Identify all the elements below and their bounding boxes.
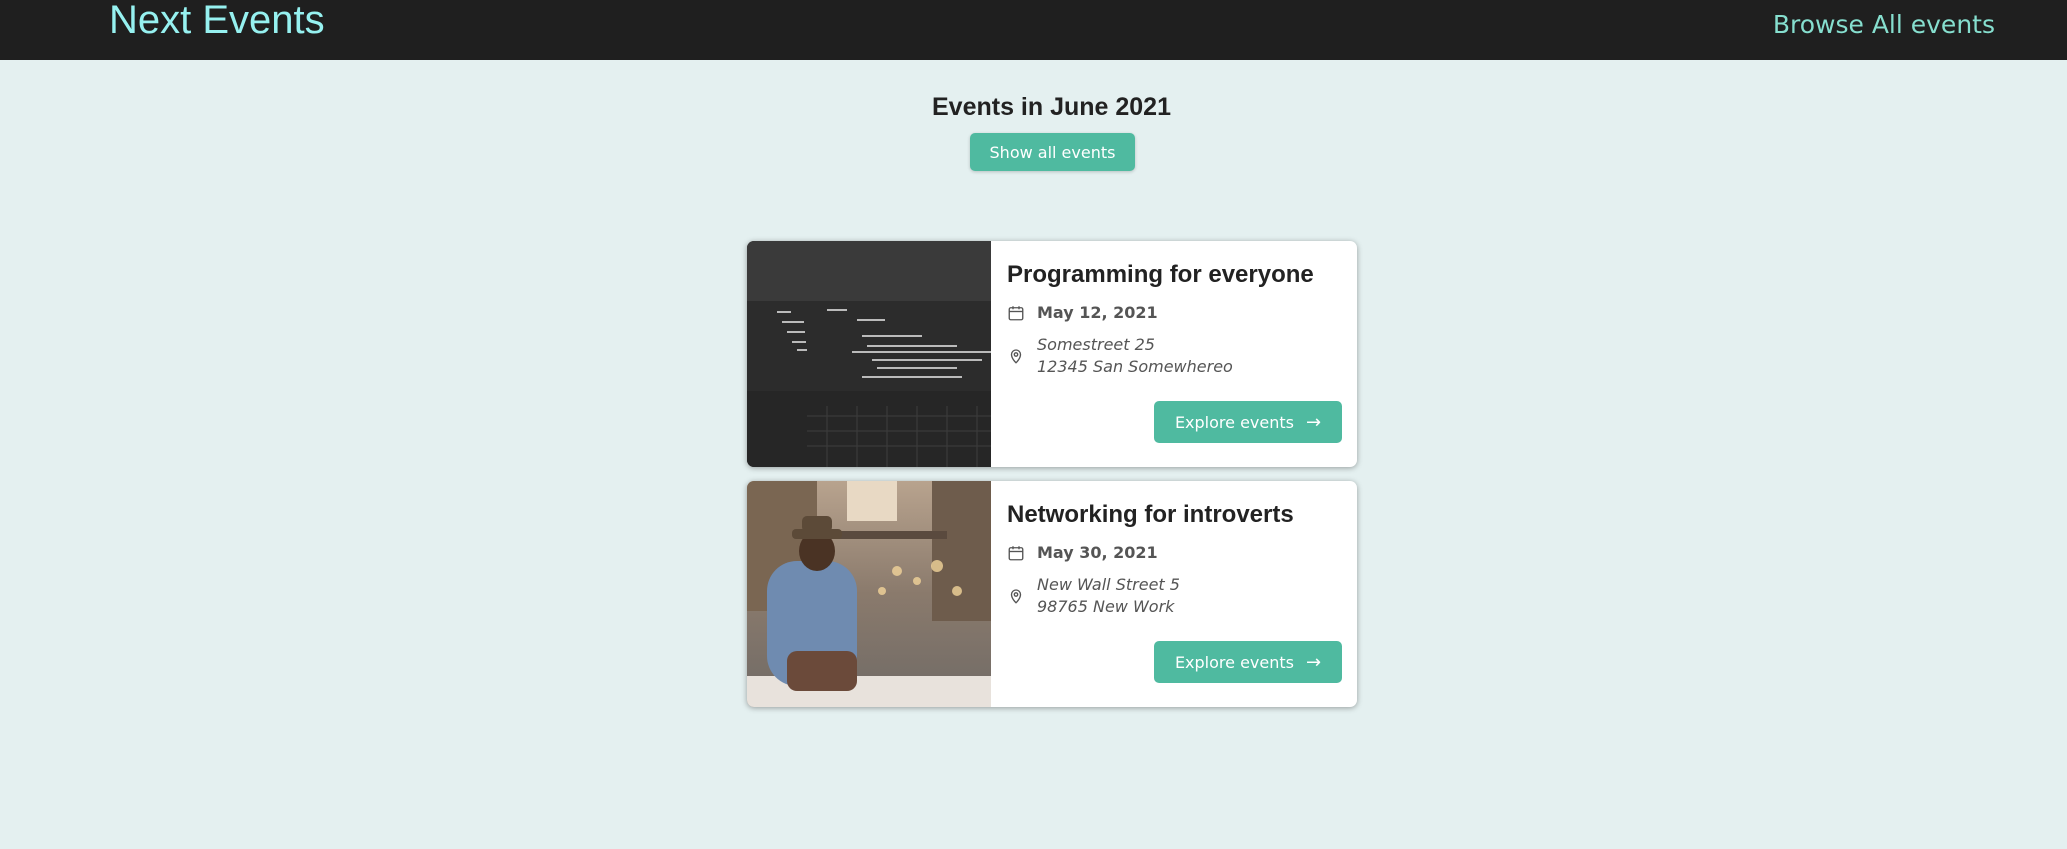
event-card-body: Programming for everyone May 12, 2021 So… bbox=[991, 241, 1357, 467]
explore-button-label: Explore events bbox=[1174, 652, 1294, 672]
event-address-row: Somestreet 25 12345 San Somewhereo bbox=[1007, 334, 1233, 378]
event-date: May 30, 2021 bbox=[1037, 543, 1158, 562]
site-logo[interactable]: Next Events bbox=[109, 0, 325, 40]
event-image bbox=[747, 241, 991, 467]
event-address-row: New Wall Street 5 98765 New Work bbox=[1007, 574, 1180, 618]
browse-all-events-link[interactable]: Browse All events bbox=[1773, 10, 1995, 40]
explore-events-button[interactable]: Explore events → bbox=[1154, 401, 1342, 443]
explore-events-button[interactable]: Explore events → bbox=[1154, 641, 1342, 683]
event-card: Networking for introverts May 30, 2021 N… bbox=[747, 481, 1357, 707]
event-date-row: May 30, 2021 bbox=[1007, 543, 1158, 562]
event-date-row: May 12, 2021 bbox=[1007, 303, 1158, 322]
arrow-right-icon: → bbox=[1305, 651, 1322, 673]
event-card-body: Networking for introverts May 30, 2021 N… bbox=[991, 481, 1357, 707]
event-date: May 12, 2021 bbox=[1037, 303, 1158, 322]
top-header: Next Events Browse All events bbox=[0, 0, 2067, 60]
calendar-icon bbox=[1008, 305, 1024, 320]
address-line-1: Somestreet 25 bbox=[1037, 335, 1155, 354]
address-line-1: New Wall Street 5 bbox=[1037, 575, 1180, 594]
arrow-right-icon: → bbox=[1305, 411, 1322, 433]
map-pin-icon bbox=[1010, 349, 1022, 364]
event-title: Programming for everyone bbox=[1007, 261, 1314, 288]
address-line-2: 98765 New Work bbox=[1037, 597, 1175, 616]
event-address: Somestreet 25 12345 San Somewhereo bbox=[1037, 334, 1233, 378]
page-title: Events in June 2021 bbox=[931, 93, 1171, 121]
map-pin-icon bbox=[1010, 589, 1022, 604]
show-all-events-button[interactable]: Show all events bbox=[970, 133, 1135, 171]
calendar-icon bbox=[1008, 545, 1024, 560]
explore-button-label: Explore events bbox=[1174, 412, 1294, 432]
event-card: Programming for everyone May 12, 2021 So… bbox=[747, 241, 1357, 467]
address-line-2: 12345 San Somewhereo bbox=[1037, 357, 1233, 376]
event-title: Networking for introverts bbox=[1007, 501, 1294, 528]
event-address: New Wall Street 5 98765 New Work bbox=[1037, 574, 1180, 618]
event-image bbox=[747, 481, 991, 707]
